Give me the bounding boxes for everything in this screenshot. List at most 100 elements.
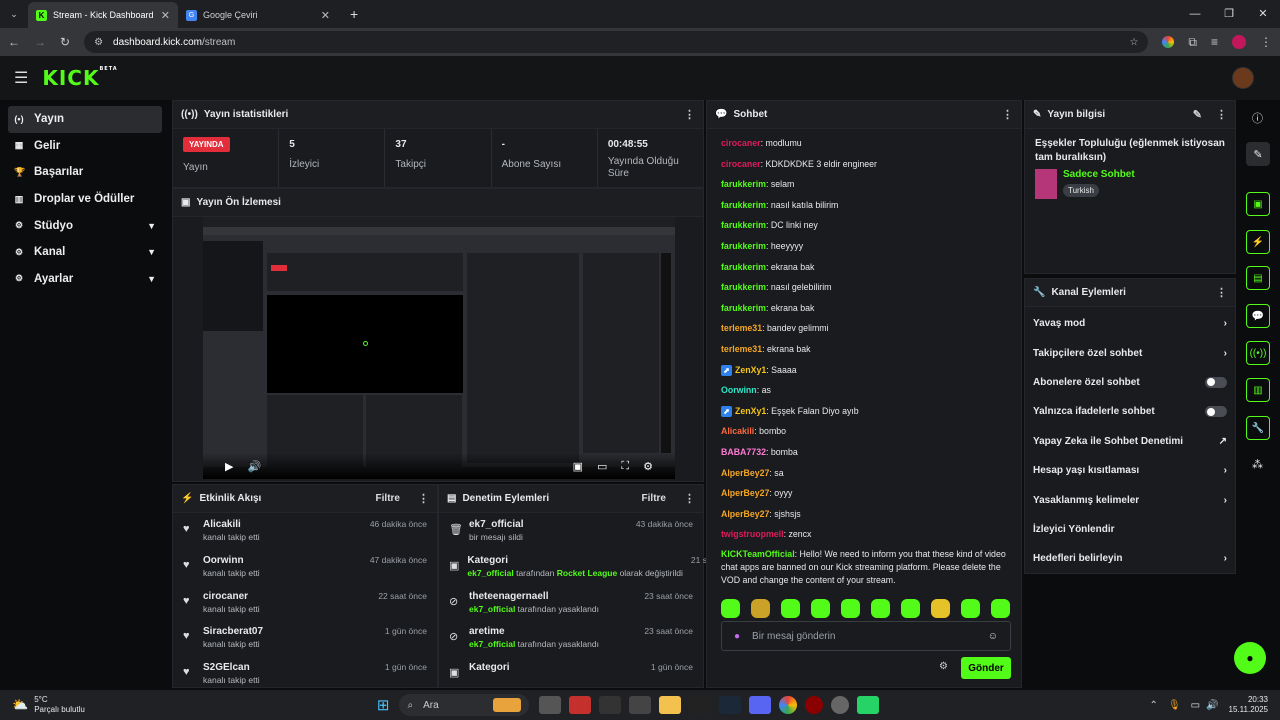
- chat-username[interactable]: AlperBey27: [721, 488, 769, 498]
- taskbar-search[interactable]: ⌕ Ara: [399, 694, 530, 716]
- close-window-icon[interactable]: ✕: [1246, 0, 1280, 28]
- chat-username[interactable]: ZenXy1: [735, 406, 766, 416]
- tray-overflow-icon[interactable]: ⌃: [1150, 700, 1158, 711]
- more-options-icon[interactable]: ⋮: [1002, 108, 1013, 121]
- action-goals[interactable]: Hedefleri belirleyin ›: [1025, 544, 1235, 573]
- chat-username[interactable]: cirocaner: [721, 159, 761, 169]
- address-bar[interactable]: ⚙ dashboard.kick.com/stream ☆: [84, 31, 1149, 53]
- kick-logo[interactable]: KICKBETA: [42, 66, 117, 90]
- action-slow-mode[interactable]: Yavaş mod ›: [1025, 309, 1235, 338]
- emote-icon[interactable]: [961, 599, 980, 618]
- hamburger-menu-icon[interactable]: ☰: [14, 68, 28, 88]
- action-host[interactable]: İzleyici Yönlendir: [1025, 515, 1235, 544]
- emote-icon[interactable]: [931, 599, 950, 618]
- chat-username[interactable]: KICKTeamOfficial: [721, 549, 795, 559]
- app-icon[interactable]: [569, 696, 592, 714]
- app-icon[interactable]: [805, 696, 824, 714]
- emoji-picker-icon[interactable]: ☺: [988, 631, 998, 642]
- sidebar-item-kanal[interactable]: ⚙ Kanal ▼: [8, 239, 162, 266]
- chat-username[interactable]: farukkerim: [721, 200, 766, 210]
- action-banned-words[interactable]: Yasaklanmış kelimeler ›: [1025, 485, 1235, 514]
- chat-username[interactable]: AlperBey27: [721, 468, 769, 478]
- media-icon[interactable]: ≡: [1211, 35, 1218, 49]
- volume-icon[interactable]: 🔊: [247, 460, 261, 473]
- app-icon[interactable]: [629, 696, 652, 714]
- chat-username[interactable]: terleme31: [721, 323, 762, 333]
- filter-button[interactable]: Filtre: [642, 493, 666, 504]
- emotes-only-toggle[interactable]: [1205, 406, 1227, 418]
- action-account-age[interactable]: Hesap yaşı kısıtlaması ›: [1025, 456, 1235, 485]
- browser-menu-icon[interactable]: ⋮: [1260, 35, 1272, 49]
- sidebar-item-gelir[interactable]: ▦ Gelir: [8, 133, 162, 160]
- edit-icon[interactable]: ✎: [1193, 108, 1202, 121]
- mod-user[interactable]: ek7_official: [467, 568, 513, 578]
- sidebar-item-studyo[interactable]: ⚙ Stüdyo ▼: [8, 212, 162, 239]
- app-icon[interactable]: [599, 696, 622, 714]
- chat-username[interactable]: farukkerim: [721, 179, 766, 189]
- site-info-icon[interactable]: ⚙: [94, 37, 103, 48]
- moderation-widget-icon[interactable]: ▤: [1246, 266, 1270, 290]
- emote-icon[interactable]: [841, 599, 860, 618]
- play-icon[interactable]: ▶: [225, 460, 233, 473]
- emote-icon[interactable]: [721, 599, 740, 618]
- pip-icon[interactable]: ▣: [573, 460, 583, 473]
- taskview-icon[interactable]: [539, 696, 562, 714]
- theater-icon[interactable]: ▭: [597, 460, 607, 473]
- close-tab-icon[interactable]: ✕: [161, 9, 170, 22]
- category-name[interactable]: Sadece Sohbet: [1063, 169, 1135, 180]
- sidebar-item-droplar[interactable]: ▥ Droplar ve Ödüller: [8, 186, 162, 213]
- sidebar-item-basarilar[interactable]: 🏆 Başarılar: [8, 159, 162, 186]
- emote-icon[interactable]: [781, 599, 800, 618]
- tab-kick-dashboard[interactable]: K Stream - Kick Dashboard ✕: [28, 2, 178, 28]
- activity-widget-icon[interactable]: ⚡: [1246, 230, 1270, 254]
- edit-layout-icon[interactable]: ✎: [1246, 142, 1270, 166]
- chrome-icon[interactable]: [779, 696, 798, 714]
- forward-icon[interactable]: →: [34, 35, 46, 49]
- start-button[interactable]: ⊞: [377, 696, 390, 714]
- broadcast-widget-icon[interactable]: ((•)): [1246, 341, 1270, 365]
- chat-username[interactable]: ZenXy1: [735, 365, 766, 375]
- new-tab-button[interactable]: +: [350, 6, 358, 22]
- user-avatar[interactable]: [1232, 67, 1254, 89]
- chat-username[interactable]: BABA7732: [721, 447, 766, 457]
- chat-input[interactable]: ● Bir mesaj gönderin ☺: [721, 621, 1011, 651]
- emote-icon[interactable]: [811, 599, 830, 618]
- fullscreen-icon[interactable]: ⛶: [621, 460, 629, 473]
- info-icon[interactable]: ⓘ: [1252, 110, 1263, 126]
- subscribers-only-toggle[interactable]: [1205, 376, 1227, 388]
- stream-preview-video[interactable]: ▶ 🔊 ▣ ▭ ⛶ ⚙: [203, 217, 675, 479]
- emote-icon[interactable]: [991, 599, 1010, 618]
- steam-icon[interactable]: [719, 696, 742, 714]
- app-icon[interactable]: [689, 696, 712, 714]
- emote-icon[interactable]: [901, 599, 920, 618]
- file-explorer-icon[interactable]: [659, 696, 682, 714]
- maximize-icon[interactable]: ❐: [1212, 0, 1246, 28]
- volume-icon[interactable]: 🔊: [1206, 700, 1218, 711]
- weather-icon[interactable]: ⛅: [12, 697, 28, 713]
- tab-google-translate[interactable]: G Google Çeviri ✕: [178, 2, 338, 28]
- more-options-icon[interactable]: ⋮: [684, 108, 695, 121]
- chat-username[interactable]: twigstruopmell: [721, 529, 784, 539]
- clock[interactable]: 20:33 15.11.2025: [1229, 695, 1268, 715]
- mod-user[interactable]: ek7_official: [469, 604, 515, 614]
- extensions-icon[interactable]: ⧉: [1188, 35, 1197, 50]
- chat-username[interactable]: terleme31: [721, 344, 762, 354]
- sidebar-item-yayin[interactable]: (•) Yayın: [8, 106, 162, 133]
- floating-action-button[interactable]: ●: [1234, 642, 1266, 674]
- action-followers-only[interactable]: Takipçilere özel sohbet ›: [1025, 338, 1235, 367]
- close-tab-icon[interactable]: ✕: [321, 9, 330, 22]
- app-icon[interactable]: [831, 696, 850, 714]
- discord-icon[interactable]: [749, 696, 772, 714]
- chat-username[interactable]: Oorwinn: [721, 385, 757, 395]
- more-options-icon[interactable]: ⋮: [1216, 286, 1227, 299]
- more-options-icon[interactable]: ⋮: [684, 492, 695, 505]
- chat-username[interactable]: farukkerim: [721, 220, 766, 230]
- chat-username[interactable]: AlperBey27: [721, 509, 769, 519]
- chat-username[interactable]: cirocaner: [721, 138, 761, 148]
- chat-settings-icon[interactable]: ⚙: [939, 661, 948, 672]
- send-button[interactable]: Gönder: [961, 657, 1011, 679]
- extension-color-icon[interactable]: [1162, 36, 1175, 48]
- chat-username[interactable]: farukkerim: [721, 303, 766, 313]
- bookmark-star-icon[interactable]: ☆: [1129, 37, 1138, 48]
- chat-username[interactable]: farukkerim: [721, 241, 766, 251]
